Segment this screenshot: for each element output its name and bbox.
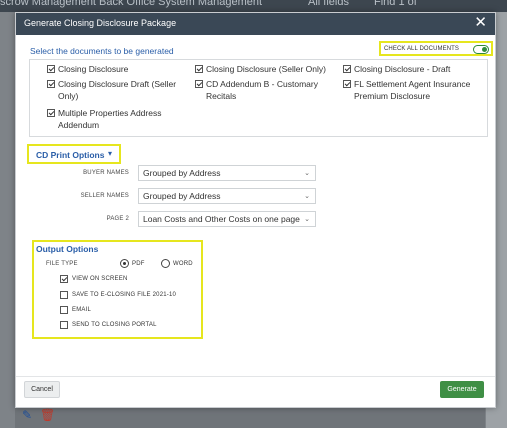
seller-names-select[interactable]: Grouped by Address ⌄ — [138, 188, 316, 204]
buyer-names-select[interactable]: Grouped by Address ⌄ — [138, 165, 316, 181]
option-email[interactable]: EMAIL — [60, 306, 91, 314]
cancel-button[interactable]: Cancel — [24, 381, 60, 398]
file-type-word-radio[interactable]: WORD — [161, 259, 193, 268]
chevron-down-icon: ⌄ — [304, 170, 310, 177]
page2-label: PAGE 2 — [106, 216, 129, 222]
doc-multiple-properties[interactable]: Multiple Properties Address Addendum — [47, 107, 177, 131]
option-label: SEND TO CLOSING PORTAL — [72, 322, 157, 328]
doc-label: Closing Disclosure — [58, 64, 129, 74]
select-value: Loan Costs and Other Costs on one page — [143, 214, 300, 224]
radio-label: WORD — [173, 260, 193, 267]
check-all-documents: CHECK ALL DOCUMENTS — [379, 41, 493, 56]
pencil-icon[interactable]: ✎ — [22, 408, 32, 422]
background-tab-left: All fields — [308, 0, 349, 8]
doc-cd-addendum-b[interactable]: CD Addendum B - Customary Recitals — [195, 78, 327, 102]
checkbox[interactable] — [343, 80, 351, 88]
check-all-label: CHECK ALL DOCUMENTS — [384, 46, 460, 52]
buyer-names-label: BUYER NAMES — [83, 170, 129, 176]
toggle-knob — [482, 47, 487, 52]
check-all-toggle[interactable] — [473, 45, 489, 54]
doc-label: Closing Disclosure Draft (Seller Only) — [58, 79, 177, 101]
radio-dot[interactable] — [161, 259, 170, 268]
doc-closing-disclosure-seller[interactable]: Closing Disclosure (Seller Only) — [195, 63, 340, 75]
documents-section-label: Select the documents to be generated — [30, 46, 174, 56]
checkbox[interactable] — [60, 306, 68, 314]
select-value: Grouped by Address — [143, 191, 221, 201]
modal-title: Generate Closing Disclosure Package — [24, 18, 177, 28]
checkbox[interactable] — [60, 275, 68, 283]
print-options-label: CD Print Options — [36, 150, 105, 160]
doc-label: Closing Disclosure - Draft — [354, 64, 451, 74]
chevron-down-icon: ▾ — [107, 149, 112, 158]
generate-cd-modal: Generate Closing Disclosure Package ✕ Se… — [15, 12, 496, 408]
doc-label: Multiple Properties Address Addendum — [58, 108, 162, 130]
trash-icon[interactable]: 🗑 — [40, 408, 55, 422]
generate-button[interactable]: Generate — [440, 381, 484, 398]
documents-list: Closing Disclosure Closing Disclosure (S… — [29, 59, 488, 137]
footer-divider — [16, 376, 495, 377]
option-send-to-closing-portal[interactable]: SEND TO CLOSING PORTAL — [60, 321, 157, 329]
option-label: EMAIL — [72, 307, 92, 313]
close-icon[interactable]: ✕ — [474, 15, 487, 31]
output-options-panel: Output Options FILE TYPE PDF WORD VIEW O… — [32, 240, 203, 339]
file-type-label: FILE TYPE — [46, 261, 78, 267]
checkbox[interactable] — [60, 321, 68, 329]
select-value: Grouped by Address — [143, 168, 221, 178]
option-view-on-screen[interactable]: VIEW ON SCREEN — [60, 275, 127, 283]
checkbox[interactable] — [47, 109, 55, 117]
doc-label: FL Settlement Agent Insurance Premium Di… — [354, 79, 471, 101]
background-topbar: scrow Management Back Office System Mana… — [0, 0, 507, 12]
background-tab-right: Find 1 of — [374, 0, 417, 8]
doc-label: Closing Disclosure (Seller Only) — [206, 64, 326, 74]
cd-print-options-toggle[interactable]: CD Print Options ▾ — [27, 144, 121, 164]
doc-closing-disclosure[interactable]: Closing Disclosure — [47, 63, 187, 75]
seller-names-label: SELLER NAMES — [80, 193, 129, 199]
checkbox[interactable] — [195, 65, 203, 73]
page2-select[interactable]: Loan Costs and Other Costs on one page ⌄ — [138, 211, 316, 227]
radio-label: PDF — [132, 260, 145, 267]
option-save-to-eclosing[interactable]: SAVE TO E-CLOSING FILE 2021-10 — [60, 291, 176, 299]
checkbox[interactable] — [195, 80, 203, 88]
checkbox[interactable] — [47, 80, 55, 88]
option-label: VIEW ON SCREEN — [72, 276, 128, 282]
modal-header: Generate Closing Disclosure Package ✕ — [16, 13, 495, 35]
doc-label: CD Addendum B - Customary Recitals — [206, 79, 318, 101]
doc-closing-disclosure-draft[interactable]: Closing Disclosure - Draft — [343, 63, 485, 75]
output-options-title: Output Options — [36, 244, 99, 254]
checkbox[interactable] — [343, 65, 351, 73]
chevron-down-icon: ⌄ — [304, 193, 310, 200]
radio-dot[interactable] — [120, 259, 129, 268]
chevron-down-icon: ⌄ — [304, 216, 310, 223]
doc-fl-settlement-agent[interactable]: FL Settlement Agent Insurance Premium Di… — [343, 78, 486, 102]
doc-closing-disclosure-draft-seller[interactable]: Closing Disclosure Draft (Seller Only) — [47, 78, 187, 102]
checkbox[interactable] — [47, 65, 55, 73]
file-type-pdf-radio[interactable]: PDF — [120, 259, 145, 268]
background-menu: scrow Management Back Office System Mana… — [0, 0, 263, 8]
checkbox[interactable] — [60, 291, 68, 299]
option-label: SAVE TO E-CLOSING FILE 2021-10 — [72, 292, 177, 298]
